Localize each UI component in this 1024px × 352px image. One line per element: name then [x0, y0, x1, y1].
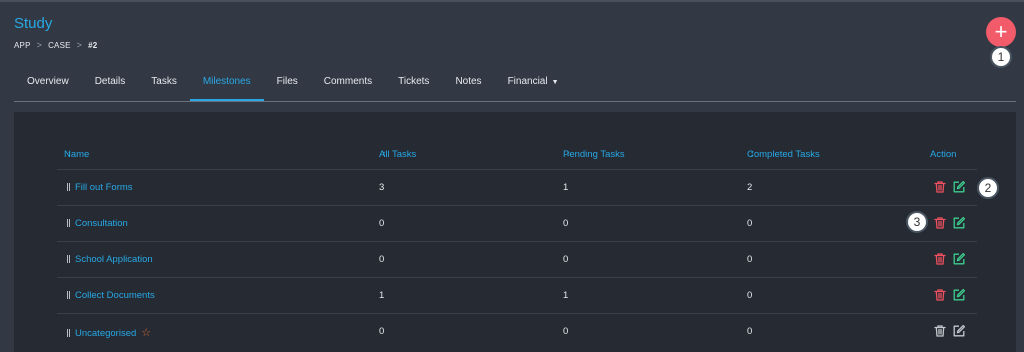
milestones-panel: Name ↕ All Tasks ↕ Pending Tasks ↕ Complete… [14, 112, 1016, 352]
all-tasks-cell: 1 [379, 290, 385, 301]
all-tasks-cell: 0 [379, 326, 385, 337]
edit-icon[interactable] [952, 324, 966, 338]
pending-tasks-cell: 1 [563, 290, 569, 301]
column-pending-tasks-label: Pending Tasks [563, 149, 625, 160]
drag-handle-icon[interactable] [67, 329, 70, 337]
callout-marker: 3 [906, 211, 928, 233]
sort-icon: ↕ [750, 149, 754, 158]
tab-financial-label: Financial [507, 76, 548, 87]
table-row: School Application 0 0 0 [57, 241, 977, 277]
tab-files[interactable]: Files [264, 68, 311, 101]
breadcrumb-separator: > [76, 40, 83, 50]
table-header: Name ↕ All Tasks ↕ Pending Tasks ↕ Complete… [57, 149, 977, 163]
column-completed-tasks-label: Completed Tasks [747, 149, 820, 160]
table-row: Uncategorised ☆ 0 0 0 [57, 313, 977, 349]
top-border [0, 0, 1024, 2]
trash-icon[interactable] [933, 252, 947, 266]
tab-overview[interactable]: Overview [14, 68, 82, 101]
milestone-name-cell: Uncategorised ☆ [67, 326, 151, 339]
all-tasks-cell: 0 [379, 218, 385, 229]
pending-tasks-cell: 1 [563, 182, 569, 193]
breadcrumb: APP > CASE > #2 [14, 40, 97, 50]
trash-icon[interactable] [933, 324, 947, 338]
tab-milestones[interactable]: Milestones [189, 68, 264, 101]
breadcrumb-current: #2 [88, 40, 98, 50]
drag-handle-icon[interactable] [67, 255, 70, 263]
tab-notes[interactable]: Notes [442, 68, 494, 101]
callout-marker: 2 [977, 177, 999, 199]
column-action: Action [930, 149, 957, 160]
page-title: Study [14, 15, 53, 32]
tab-bar: Overview Details Tasks Milestones Files … [14, 68, 1016, 102]
all-tasks-cell: 3 [379, 182, 385, 193]
milestone-name-cell: Fill out Forms [67, 182, 133, 193]
milestone-name-link[interactable]: Fill out Forms [75, 182, 133, 193]
breadcrumb-app[interactable]: APP [14, 41, 31, 50]
milestone-name-cell: Collect Documents [67, 290, 155, 301]
edit-icon[interactable] [952, 252, 966, 266]
completed-tasks-cell: 0 [747, 254, 753, 265]
table-row: Consultation 0 0 0 [57, 205, 977, 241]
tab-financial[interactable]: Financial ▼ [495, 68, 572, 101]
pending-tasks-cell: 0 [563, 326, 569, 337]
caret-down-icon: ▼ [551, 79, 559, 86]
milestone-name-link[interactable]: Collect Documents [75, 290, 155, 301]
edit-icon[interactable] [952, 216, 966, 230]
callout-marker: 1 [990, 46, 1012, 68]
drag-handle-icon[interactable] [67, 183, 70, 191]
pending-tasks-cell: 0 [563, 254, 569, 265]
milestone-name-link[interactable]: School Application [75, 254, 153, 265]
pending-tasks-cell: 0 [563, 218, 569, 229]
edit-icon[interactable] [952, 288, 966, 302]
trash-icon[interactable] [933, 216, 947, 230]
sort-icon: ↕ [566, 149, 570, 158]
breadcrumb-separator: > [36, 40, 43, 50]
completed-tasks-cell: 0 [747, 290, 753, 301]
milestone-name-link[interactable]: Consultation [75, 218, 128, 229]
trash-icon[interactable] [933, 288, 947, 302]
tab-details[interactable]: Details [82, 68, 139, 101]
edit-icon[interactable] [952, 180, 966, 194]
table-row: Collect Documents 1 1 0 [57, 277, 977, 313]
milestone-name-cell: School Application [67, 254, 153, 265]
add-button[interactable]: + [986, 17, 1016, 47]
completed-tasks-cell: 0 [747, 326, 753, 337]
sort-icon: ↕ [382, 149, 386, 158]
drag-handle-icon[interactable] [67, 219, 70, 227]
table-row: Fill out Forms 3 1 2 [57, 169, 977, 205]
star-icon[interactable]: ☆ [141, 327, 151, 339]
milestone-name-link[interactable]: Uncategorised [75, 328, 136, 339]
breadcrumb-case[interactable]: CASE [48, 41, 71, 50]
tab-tickets[interactable]: Tickets [385, 68, 442, 101]
milestone-name-cell: Consultation [67, 218, 128, 229]
completed-tasks-cell: 2 [747, 182, 753, 193]
drag-handle-icon[interactable] [67, 291, 70, 299]
tab-comments[interactable]: Comments [311, 68, 385, 101]
trash-icon[interactable] [933, 180, 947, 194]
all-tasks-cell: 0 [379, 254, 385, 265]
tab-tasks[interactable]: Tasks [138, 68, 190, 101]
sort-icon: ↕ [67, 149, 71, 158]
completed-tasks-cell: 0 [747, 218, 753, 229]
